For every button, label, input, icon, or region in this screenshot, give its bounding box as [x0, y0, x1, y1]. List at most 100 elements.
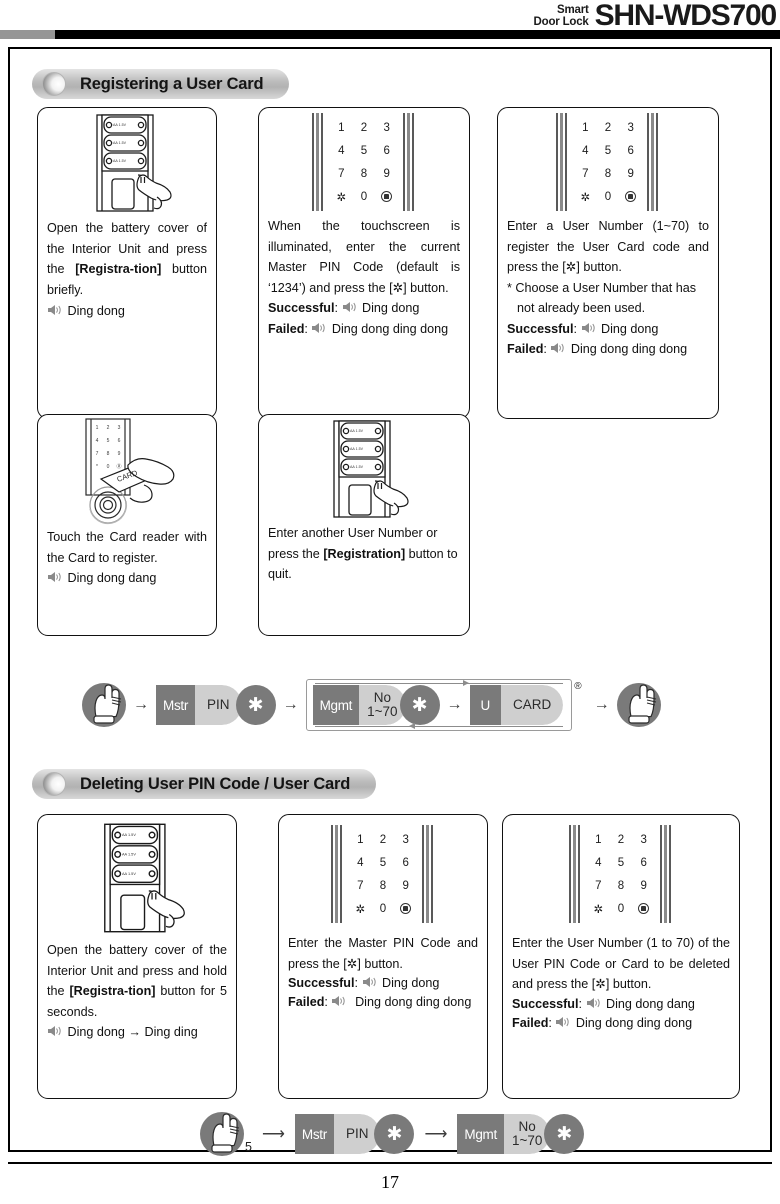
card3-body: Enter a User Number (1~70) to register t… — [507, 219, 709, 274]
flow-capsule-mgmt-no: Mgmt No 1~70 — [312, 685, 406, 725]
keypad-key: 4 — [582, 144, 589, 157]
keypad-key: 0 — [604, 190, 612, 203]
keypad-key: 9 — [402, 879, 409, 892]
dcard2-failed-line: Failed: Ding dong ding dong — [288, 993, 478, 1012]
section-pill: Deleting User PIN Code / User Card — [32, 769, 377, 799]
illustration-keypad-3: 1 2 3 4 5 6 7 8 9 ✲ 0 — [279, 815, 487, 933]
flow-capsule-master-pin: Mstr PIN — [156, 685, 242, 725]
keypad-key: 7 — [595, 879, 602, 892]
flow-arrow-icon: → — [446, 696, 463, 713]
dcard2-colon-1: : — [354, 976, 362, 990]
svg-text:5: 5 — [107, 438, 110, 444]
speaker-icon — [586, 997, 603, 1009]
svg-text:*: * — [96, 464, 98, 470]
illustration-keypad-2: 1 2 3 4 5 6 7 8 9 ✲ 0 — [498, 108, 718, 216]
keypad-key: 6 — [640, 856, 647, 869]
dcard3-colon-1: : — [578, 996, 586, 1011]
flow-star-button-1: ✱ — [235, 685, 276, 725]
flow-capsule-left-label: Mgmt — [457, 1114, 504, 1154]
dcard1-sound-text: Ding dong → Ding ding — [67, 1025, 198, 1039]
keypad-keys: 1 2 3 4 5 6 7 8 9 ✲ 0 — [587, 828, 655, 920]
speaker-icon — [581, 322, 598, 334]
svg-text:AA 1.5V: AA 1.5V — [113, 141, 127, 145]
card1-sound-line: Ding dong — [47, 301, 207, 322]
illustration-battery-cover-press-2: AA 1.5V AA 1.5V AA 1.5V — [259, 415, 469, 523]
section-header-deleting: Deleting User PIN Code / User Card — [10, 769, 770, 799]
keypad-key: ✲ — [593, 903, 604, 916]
step-card-3: 1 2 3 4 5 6 7 8 9 ✲ 0 Enter a User Numbe… — [497, 107, 719, 419]
keypad-graphic: 1 2 3 4 5 6 7 8 9 ✲ 0 — [308, 113, 420, 211]
flow-capsule-mgmt-no-2: Mgmt No 1~70 — [457, 1114, 551, 1154]
step-card-4: 123 456 789 * 0 Ⓡ CARD Touch the Card re… — [37, 414, 217, 636]
dcard3-colon-2: : — [548, 1015, 556, 1030]
svg-text:AA 1.5V: AA 1.5V — [122, 833, 136, 837]
lock-icon — [381, 191, 393, 202]
card2-colon-1: : — [334, 301, 342, 315]
section2-card-row: AA 1.5V AA 1.5V AA 1.5V Open the battery… — [10, 814, 770, 1104]
card3-colon-1: : — [573, 321, 581, 336]
flow-capsule-right-label: No 1~70 — [359, 685, 406, 725]
illustration-battery-cover-press: AA 1.5V AA 1.5V AA 1.5V — [38, 108, 216, 218]
keypad-graphic: 1 2 3 4 5 6 7 8 9 ✲ 0 — [565, 825, 677, 923]
keypad-graphic: 1 2 3 4 5 6 7 8 9 ✲ 0 — [327, 825, 439, 923]
dcard2-success-line: Successful: Ding dong — [288, 974, 478, 993]
flow-diagram-deleting: 5 ⟶ Mstr PIN ✱ ⟶ Mgmt No 1~70 ✱ — [200, 1112, 585, 1156]
flow-diagram-registering: → Mstr PIN ✱ → Mgmt No 1~70 ✱ → U CARD ®… — [82, 679, 661, 731]
keypad-key: 7 — [357, 879, 364, 892]
step-card-1: AA 1.5V AA 1.5V AA 1.5V Open the battery… — [37, 107, 217, 419]
card5-text-bold: [Registration] — [323, 546, 406, 561]
dcard2-failed-label: Failed — [288, 995, 325, 1009]
keypad-key: 8 — [360, 167, 368, 180]
section-header-registering: Registering a User Card — [10, 69, 770, 99]
flow-capsule-right-label: PIN — [195, 685, 242, 725]
card4-sound-line: Ding dong dang — [47, 568, 207, 589]
keypad-key: ✲ — [355, 903, 366, 916]
dcard3-success-sound: Ding dong dang — [606, 996, 695, 1011]
speaker-icon — [550, 342, 567, 354]
keypad-key: 3 — [627, 121, 634, 134]
flow-arrow-icon: → — [593, 696, 610, 713]
flow-star-button-4: ✱ — [544, 1114, 585, 1154]
keypad-key: ✲ — [336, 191, 347, 204]
lock-icon — [638, 903, 650, 914]
keypad-key: 3 — [402, 833, 409, 846]
page-header: Smart Door Lock SHN-WDS700 — [0, 0, 780, 40]
keypad-key: 2 — [379, 833, 387, 846]
keypad-key: 6 — [383, 144, 390, 157]
keypad-key: 5 — [604, 144, 612, 157]
keypad-key: 1 — [582, 121, 589, 134]
step-card-5: AA 1.5V AA 1.5V AA 1.5V Enter another Us… — [258, 414, 470, 636]
svg-text:AA 1.5V: AA 1.5V — [350, 465, 364, 469]
svg-text:7: 7 — [96, 451, 99, 457]
section-title: Registering a User Card — [80, 74, 264, 93]
dcard3-body: Enter the User Number (1 to 70) of the U… — [512, 936, 730, 991]
svg-text:6: 6 — [118, 438, 121, 444]
keypad-key: 2 — [617, 833, 625, 846]
keypad-key: 0 — [360, 190, 368, 203]
flow-capsule-left-label: Mstr — [294, 1114, 334, 1154]
flow-capsule-left-label: Mstr — [156, 685, 196, 725]
svg-text:2: 2 — [107, 425, 110, 431]
speaker-icon — [311, 322, 328, 334]
section1-card-row2: 123 456 789 * 0 Ⓡ CARD Touch the Card re… — [10, 414, 770, 654]
card3-colon-2: : — [543, 342, 551, 356]
card3-success-label: Successful — [507, 321, 574, 336]
keypad-key: 8 — [617, 879, 625, 892]
card4-body: Touch the Card reader with the Card to r… — [47, 530, 207, 565]
keypad-key: 8 — [379, 879, 387, 892]
step-card-4-text: Touch the Card reader with the Card to r… — [38, 527, 216, 589]
page-number: 17 — [381, 1172, 399, 1192]
keypad-key: 9 — [383, 167, 390, 180]
svg-text:AA 1.5V: AA 1.5V — [113, 159, 127, 163]
card4-sound-text: Ding dong dang — [67, 571, 157, 585]
section-title: Deleting User PIN Code / User Card — [80, 774, 351, 793]
keypad-key: 4 — [338, 144, 345, 157]
illustration-battery-cover-hold: AA 1.5V AA 1.5V AA 1.5V — [38, 815, 236, 940]
card2-success-sound: Ding dong — [362, 301, 420, 315]
card2-failed-line: Failed: Ding dong ding dong — [268, 319, 460, 340]
delete-step-card-2: 1 2 3 4 5 6 7 8 9 ✲ 0 Enter the Master P… — [278, 814, 488, 1099]
step-card-1-text: Open the battery cover of the Interior U… — [38, 218, 216, 322]
svg-text:1: 1 — [96, 425, 99, 431]
keypad-key: 2 — [360, 121, 368, 134]
svg-text:AA 1.5V: AA 1.5V — [350, 429, 364, 433]
